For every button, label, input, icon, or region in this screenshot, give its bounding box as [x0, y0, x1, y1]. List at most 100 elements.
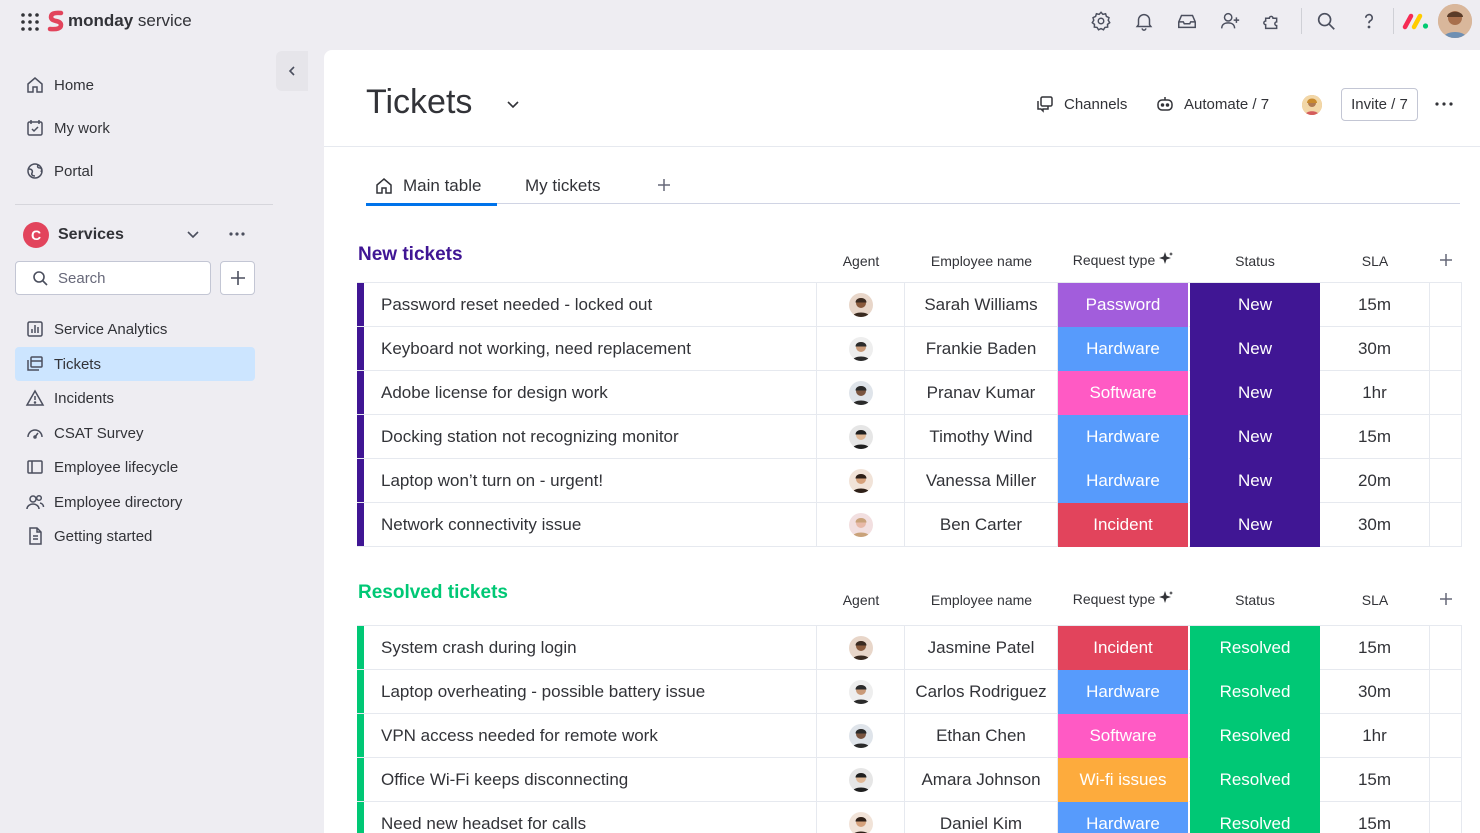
board-member-avatar[interactable] — [1302, 95, 1322, 115]
request-type-cell[interactable]: Hardware — [1058, 670, 1189, 714]
empty-cell[interactable] — [1430, 371, 1462, 415]
ticket-name-cell[interactable]: Network connectivity issue — [381, 503, 817, 547]
agent-cell[interactable] — [817, 626, 905, 670]
agent-cell[interactable] — [817, 503, 905, 547]
tab-main-table[interactable]: Main table — [366, 168, 498, 206]
invite-button[interactable]: Invite / 7 — [1341, 88, 1418, 121]
automate-button[interactable]: Automate / 7 — [1155, 90, 1269, 118]
empty-cell[interactable] — [1430, 283, 1462, 327]
table-row[interactable]: Need new headset for calls Daniel Kim Hard… — [357, 802, 1462, 833]
sidebar-item-csat-survey[interactable]: CSAT Survey — [15, 416, 255, 450]
empty-cell[interactable] — [1430, 626, 1462, 670]
sla-cell[interactable]: 1hr — [1320, 371, 1430, 415]
sidebar-item-home[interactable]: Home — [15, 68, 255, 102]
status-cell[interactable]: New — [1190, 503, 1320, 547]
agent-cell[interactable] — [817, 327, 905, 371]
more-options-icon[interactable] — [1434, 96, 1454, 112]
employee-name-cell[interactable]: Pranav Kumar — [905, 371, 1058, 415]
tab-my-tickets[interactable]: My tickets — [525, 168, 601, 204]
column-header-employee-name[interactable]: Employee name — [905, 592, 1058, 608]
agent-cell[interactable] — [817, 758, 905, 802]
request-type-cell[interactable]: Incident — [1058, 626, 1189, 670]
settings-icon[interactable] — [1090, 10, 1112, 32]
sla-cell[interactable]: 30m — [1320, 503, 1430, 547]
sla-cell[interactable]: 30m — [1320, 327, 1430, 371]
sidebar-item-my-work[interactable]: My work — [15, 111, 255, 145]
column-header-sla[interactable]: SLA — [1320, 592, 1430, 608]
add-board-button[interactable] — [220, 261, 255, 295]
sla-cell[interactable]: 1hr — [1320, 714, 1430, 758]
table-row[interactable]: Laptop won’t turn on - urgent! Vanessa Mi… — [357, 459, 1462, 503]
ticket-name-cell[interactable]: Adobe license for design work — [381, 371, 817, 415]
empty-cell[interactable] — [1430, 415, 1462, 459]
ticket-name-cell[interactable]: VPN access needed for remote work — [381, 714, 817, 758]
add-view-icon[interactable] — [656, 177, 672, 193]
request-type-cell[interactable]: Software — [1058, 714, 1189, 758]
add-column-icon[interactable] — [1438, 591, 1454, 607]
empty-cell[interactable] — [1430, 459, 1462, 503]
status-cell[interactable]: Resolved — [1190, 758, 1320, 802]
agent-cell[interactable] — [817, 415, 905, 459]
status-cell[interactable]: New — [1190, 283, 1320, 327]
request-type-cell[interactable]: Incident — [1058, 503, 1189, 547]
table-row[interactable]: Password reset needed - locked out Sarah … — [357, 283, 1462, 327]
board-title[interactable]: Tickets — [366, 83, 472, 122]
column-header-status[interactable]: Status — [1190, 253, 1320, 269]
ticket-name-cell[interactable]: Office Wi-Fi keeps disconnecting — [381, 758, 817, 802]
collapse-sidebar-button[interactable] — [276, 51, 308, 91]
table-row[interactable]: System crash during login Jasmine Patel In… — [357, 626, 1462, 670]
status-cell[interactable]: Resolved — [1190, 714, 1320, 758]
employee-name-cell[interactable]: Vanessa Miller — [905, 459, 1058, 503]
ticket-name-cell[interactable]: Laptop overheating - possible battery is… — [381, 670, 817, 714]
table-row[interactable]: Keyboard not working, need replacement Fr… — [357, 327, 1462, 371]
add-column-icon[interactable] — [1438, 252, 1454, 268]
employee-name-cell[interactable]: Carlos Rodriguez — [905, 670, 1058, 714]
ticket-name-cell[interactable]: Keyboard not working, need replacement — [381, 327, 817, 371]
status-cell[interactable]: New — [1190, 327, 1320, 371]
sla-cell[interactable]: 15m — [1320, 415, 1430, 459]
employee-name-cell[interactable]: Daniel Kim — [905, 802, 1058, 833]
ticket-name-cell[interactable]: Docking station not recognizing monitor — [381, 415, 817, 459]
employee-name-cell[interactable]: Sarah Williams — [905, 283, 1058, 327]
status-cell[interactable]: Resolved — [1190, 670, 1320, 714]
request-type-cell[interactable]: Software — [1058, 371, 1189, 415]
inbox-icon[interactable] — [1176, 10, 1198, 32]
employee-name-cell[interactable]: Ben Carter — [905, 503, 1058, 547]
sla-cell[interactable]: 15m — [1320, 802, 1430, 833]
request-type-cell[interactable]: Hardware — [1058, 802, 1189, 833]
sla-cell[interactable]: 30m — [1320, 670, 1430, 714]
empty-cell[interactable] — [1430, 758, 1462, 802]
status-cell[interactable]: New — [1190, 371, 1320, 415]
request-type-cell[interactable]: Hardware — [1058, 459, 1189, 503]
search-icon[interactable] — [1315, 10, 1337, 32]
chevron-down-icon[interactable] — [184, 225, 202, 243]
sla-cell[interactable]: 20m — [1320, 459, 1430, 503]
table-row[interactable]: Laptop overheating - possible battery is… — [357, 670, 1462, 714]
integrations-puzzle-icon[interactable] — [1262, 10, 1284, 32]
agent-cell[interactable] — [817, 371, 905, 415]
monday-logo-icon[interactable] — [1402, 9, 1430, 31]
user-avatar[interactable] — [1438, 4, 1472, 38]
group-title[interactable]: New tickets — [358, 244, 463, 266]
table-row[interactable]: Adobe license for design work Pranav Kuma… — [357, 371, 1462, 415]
request-type-cell[interactable]: Hardware — [1058, 415, 1189, 459]
channels-button[interactable]: Channels — [1035, 90, 1127, 118]
workspace-selector[interactable]: C Services — [23, 221, 263, 249]
empty-cell[interactable] — [1430, 670, 1462, 714]
status-cell[interactable]: Resolved — [1190, 626, 1320, 670]
column-header-sla[interactable]: SLA — [1320, 253, 1430, 269]
invite-member-icon[interactable] — [1219, 10, 1241, 32]
request-type-cell[interactable]: Wi-fi issues — [1058, 758, 1189, 802]
status-cell[interactable]: Resolved — [1190, 802, 1320, 833]
sidebar-item-employee-directory[interactable]: Employee directory — [15, 485, 255, 519]
agent-cell[interactable] — [817, 670, 905, 714]
sidebar-item-employee-lifecycle[interactable]: Employee lifecycle — [15, 450, 255, 484]
column-header-agent[interactable]: Agent — [817, 592, 905, 608]
status-cell[interactable]: New — [1190, 459, 1320, 503]
group-title[interactable]: Resolved tickets — [358, 582, 508, 604]
column-header-agent[interactable]: Agent — [817, 253, 905, 269]
employee-name-cell[interactable]: Timothy Wind — [905, 415, 1058, 459]
column-header-employee-name[interactable]: Employee name — [905, 253, 1058, 269]
notifications-bell-icon[interactable] — [1133, 10, 1155, 32]
help-icon[interactable] — [1358, 10, 1380, 32]
